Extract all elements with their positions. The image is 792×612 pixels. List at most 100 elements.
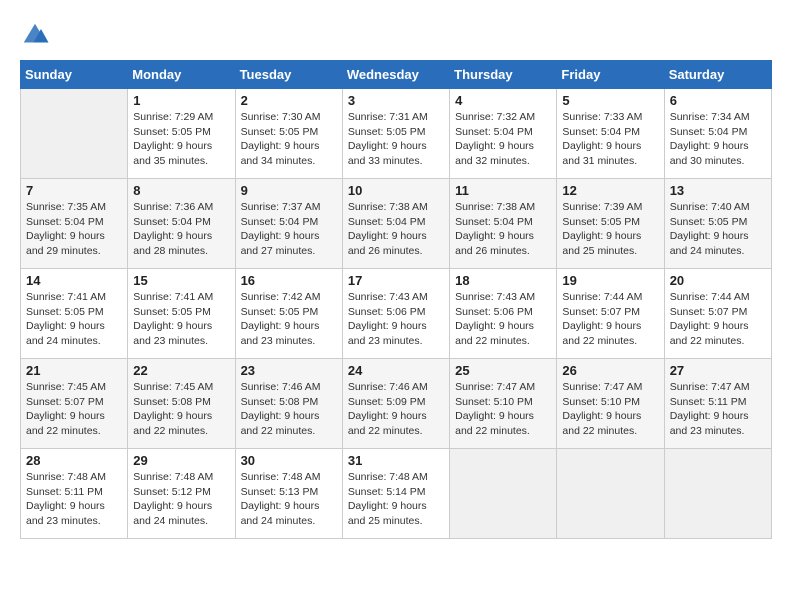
day-number: 30 [241,453,337,468]
day-cell: 15 Sunrise: 7:41 AMSunset: 5:05 PMDayligh… [128,269,235,359]
day-cell: 31 Sunrise: 7:48 AMSunset: 5:14 PMDayligh… [342,449,449,539]
day-info: Sunrise: 7:40 AMSunset: 5:05 PMDaylight:… [670,200,766,259]
day-number: 13 [670,183,766,198]
header-cell-tuesday: Tuesday [235,61,342,89]
day-info: Sunrise: 7:48 AMSunset: 5:12 PMDaylight:… [133,470,229,529]
day-info: Sunrise: 7:29 AMSunset: 5:05 PMDaylight:… [133,110,229,169]
day-number: 31 [348,453,444,468]
day-cell: 3Sunrise: 7:31 AMSunset: 5:05 PMDaylight… [342,89,449,179]
day-info: Sunrise: 7:41 AMSunset: 5:05 PMDaylight:… [26,290,122,349]
day-number: 4 [455,93,551,108]
day-cell: 17 Sunrise: 7:43 AMSunset: 5:06 PMDayligh… [342,269,449,359]
day-number: 2 [241,93,337,108]
day-cell: 23 Sunrise: 7:46 AMSunset: 5:08 PMDayligh… [235,359,342,449]
day-number: 5 [562,93,658,108]
day-cell: 18 Sunrise: 7:43 AMSunset: 5:06 PMDayligh… [450,269,557,359]
header-row: SundayMondayTuesdayWednesdayThursdayFrid… [21,61,772,89]
day-cell: 1Sunrise: 7:29 AMSunset: 5:05 PMDaylight… [128,89,235,179]
day-info: Sunrise: 7:32 AMSunset: 5:04 PMDaylight:… [455,110,551,169]
day-info: Sunrise: 7:36 AMSunset: 5:04 PMDaylight:… [133,200,229,259]
day-info: Sunrise: 7:48 AMSunset: 5:11 PMDaylight:… [26,470,122,529]
day-number: 6 [670,93,766,108]
day-cell: 22 Sunrise: 7:45 AMSunset: 5:08 PMDayligh… [128,359,235,449]
day-info: Sunrise: 7:39 AMSunset: 5:05 PMDaylight:… [562,200,658,259]
day-number: 12 [562,183,658,198]
week-row-3: 14Sunrise: 7:41 AMSunset: 5:05 PMDayligh… [21,269,772,359]
day-info: Sunrise: 7:43 AMSunset: 5:06 PMDaylight:… [348,290,444,349]
day-info: Sunrise: 7:45 AMSunset: 5:07 PMDaylight:… [26,380,122,439]
day-cell: 9 Sunrise: 7:37 AMSunset: 5:04 PMDaylight… [235,179,342,269]
day-info: Sunrise: 7:44 AMSunset: 5:07 PMDaylight:… [562,290,658,349]
day-number: 22 [133,363,229,378]
day-info: Sunrise: 7:43 AMSunset: 5:06 PMDaylight:… [455,290,551,349]
day-number: 8 [133,183,229,198]
day-info: Sunrise: 7:42 AMSunset: 5:05 PMDaylight:… [241,290,337,349]
day-info: Sunrise: 7:44 AMSunset: 5:07 PMDaylight:… [670,290,766,349]
header-cell-sunday: Sunday [21,61,128,89]
day-cell: 7Sunrise: 7:35 AMSunset: 5:04 PMDaylight… [21,179,128,269]
day-cell [664,449,771,539]
day-cell: 11 Sunrise: 7:38 AMSunset: 5:04 PMDayligh… [450,179,557,269]
day-number: 15 [133,273,229,288]
day-info: Sunrise: 7:37 AMSunset: 5:04 PMDaylight:… [241,200,337,259]
day-number: 26 [562,363,658,378]
day-cell: 24Sunrise: 7:46 AMSunset: 5:09 PMDayligh… [342,359,449,449]
day-cell: 14Sunrise: 7:41 AMSunset: 5:05 PMDayligh… [21,269,128,359]
day-info: Sunrise: 7:38 AMSunset: 5:04 PMDaylight:… [455,200,551,259]
day-info: Sunrise: 7:47 AMSunset: 5:10 PMDaylight:… [562,380,658,439]
day-cell: 19Sunrise: 7:44 AMSunset: 5:07 PMDayligh… [557,269,664,359]
day-cell: 30 Sunrise: 7:48 AMSunset: 5:13 PMDayligh… [235,449,342,539]
day-cell [557,449,664,539]
day-info: Sunrise: 7:38 AMSunset: 5:04 PMDaylight:… [348,200,444,259]
calendar-table: SundayMondayTuesdayWednesdayThursdayFrid… [20,60,772,539]
header-cell-wednesday: Wednesday [342,61,449,89]
day-cell: 13 Sunrise: 7:40 AMSunset: 5:05 PMDayligh… [664,179,771,269]
day-cell: 2Sunrise: 7:30 AMSunset: 5:05 PMDaylight… [235,89,342,179]
day-info: Sunrise: 7:46 AMSunset: 5:08 PMDaylight:… [241,380,337,439]
day-info: Sunrise: 7:34 AMSunset: 5:04 PMDaylight:… [670,110,766,169]
day-number: 9 [241,183,337,198]
day-info: Sunrise: 7:41 AMSunset: 5:05 PMDaylight:… [133,290,229,349]
day-number: 17 [348,273,444,288]
day-number: 25 [455,363,551,378]
day-cell: 26 Sunrise: 7:47 AMSunset: 5:10 PMDayligh… [557,359,664,449]
day-info: Sunrise: 7:45 AMSunset: 5:08 PMDaylight:… [133,380,229,439]
day-cell: 25 Sunrise: 7:47 AMSunset: 5:10 PMDayligh… [450,359,557,449]
week-row-1: 1Sunrise: 7:29 AMSunset: 5:05 PMDaylight… [21,89,772,179]
header-cell-saturday: Saturday [664,61,771,89]
week-row-2: 7Sunrise: 7:35 AMSunset: 5:04 PMDaylight… [21,179,772,269]
calendar-body: 1Sunrise: 7:29 AMSunset: 5:05 PMDaylight… [21,89,772,539]
day-info: Sunrise: 7:47 AMSunset: 5:10 PMDaylight:… [455,380,551,439]
day-number: 23 [241,363,337,378]
header-cell-friday: Friday [557,61,664,89]
day-info: Sunrise: 7:48 AMSunset: 5:13 PMDaylight:… [241,470,337,529]
header-cell-thursday: Thursday [450,61,557,89]
day-cell: 12 Sunrise: 7:39 AMSunset: 5:05 PMDayligh… [557,179,664,269]
day-info: Sunrise: 7:33 AMSunset: 5:04 PMDaylight:… [562,110,658,169]
week-row-4: 21Sunrise: 7:45 AMSunset: 5:07 PMDayligh… [21,359,772,449]
day-number: 11 [455,183,551,198]
day-cell: 20 Sunrise: 7:44 AMSunset: 5:07 PMDayligh… [664,269,771,359]
day-number: 20 [670,273,766,288]
day-cell: 4 Sunrise: 7:32 AMSunset: 5:04 PMDaylight… [450,89,557,179]
day-cell: 27Sunrise: 7:47 AMSunset: 5:11 PMDayligh… [664,359,771,449]
logo-icon [20,20,50,50]
day-number: 7 [26,183,122,198]
day-info: Sunrise: 7:31 AMSunset: 5:05 PMDaylight:… [348,110,444,169]
day-cell: 5 Sunrise: 7:33 AMSunset: 5:04 PMDaylight… [557,89,664,179]
day-cell: 28 Sunrise: 7:48 AMSunset: 5:11 PMDayligh… [21,449,128,539]
day-cell: 16 Sunrise: 7:42 AMSunset: 5:05 PMDayligh… [235,269,342,359]
day-number: 28 [26,453,122,468]
day-number: 29 [133,453,229,468]
day-cell: 21Sunrise: 7:45 AMSunset: 5:07 PMDayligh… [21,359,128,449]
day-number: 16 [241,273,337,288]
day-info: Sunrise: 7:48 AMSunset: 5:14 PMDaylight:… [348,470,444,529]
day-cell: 29 Sunrise: 7:48 AMSunset: 5:12 PMDayligh… [128,449,235,539]
day-number: 27 [670,363,766,378]
day-cell [21,89,128,179]
day-number: 18 [455,273,551,288]
logo [20,20,54,50]
header [20,20,772,50]
header-cell-monday: Monday [128,61,235,89]
day-number: 24 [348,363,444,378]
